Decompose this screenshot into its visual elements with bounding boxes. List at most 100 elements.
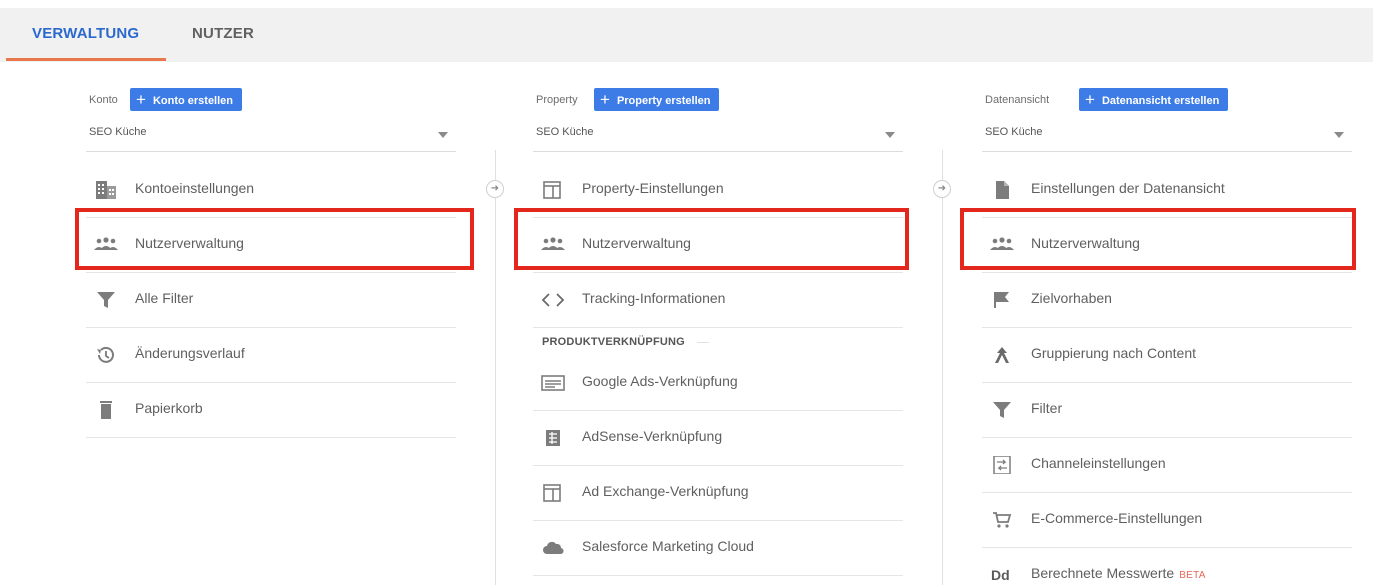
menu-item-label: Nutzerverwaltung	[135, 235, 244, 251]
tab-bar: VERWALTUNG NUTZER	[0, 8, 1373, 62]
view-column: Datenansicht + Datenansicht erstellen SEO…	[982, 88, 1352, 585]
property-select-value: SEO Küche	[536, 126, 594, 138]
menu-item-nutzerverwaltung[interactable]: Nutzerverwaltung	[533, 218, 903, 273]
menu-item-label: Papierkorb	[135, 400, 203, 416]
channel-settings-icon	[993, 456, 1011, 474]
menu-item-label: Google Ads-Verknüpfung	[582, 373, 738, 389]
menu-item-label: Salesforce Marketing Cloud	[582, 538, 754, 554]
active-tab-indicator	[6, 58, 166, 61]
menu-item-channeleinstellungen[interactable]: Channeleinstellungen	[982, 438, 1352, 493]
menu-item-aenderungsverlauf[interactable]: Änderungsverlauf	[86, 328, 456, 383]
menu-item-alle-filter[interactable]: Alle Filter	[86, 273, 456, 328]
create-account-label: Konto erstellen	[152, 95, 234, 107]
adsense-icon	[546, 430, 560, 446]
tab-verwaltung[interactable]: VERWALTUNG	[32, 8, 139, 62]
menu-item-salesforce-marketing-cloud[interactable]: Salesforce Marketing Cloud	[533, 521, 903, 576]
menu-item-papierkorb[interactable]: Papierkorb	[86, 383, 456, 438]
view-select[interactable]: SEO Küche	[982, 122, 1352, 152]
people-icon	[94, 237, 118, 250]
menu-item-filter[interactable]: Filter	[982, 383, 1352, 438]
create-property-label: Property erstellen	[616, 95, 711, 107]
menu-item-property-einstellungen[interactable]: Property-Einstellungen	[533, 163, 903, 218]
column-divider	[495, 150, 496, 585]
people-icon	[541, 237, 565, 250]
menu-item-gruppierung-nach-content[interactable]: Gruppierung nach Content	[982, 328, 1352, 383]
property-window-icon	[543, 181, 561, 199]
view-label: Datenansicht	[985, 94, 1050, 106]
arrow-right-icon[interactable]: ➜	[486, 180, 504, 198]
caret-down-icon	[1334, 132, 1344, 138]
menu-item-label: Nutzerverwaltung	[582, 235, 691, 251]
menu-item-label: Gruppierung nach Content	[1031, 345, 1196, 361]
menu-item-label: Kontoeinstellungen	[135, 180, 255, 196]
menu-item-label: Änderungsverlauf	[135, 345, 245, 361]
menu-item-zielvorhaben[interactable]: Zielvorhaben	[982, 273, 1352, 328]
ads-icon	[541, 375, 565, 391]
dd-icon: Dd	[991, 567, 1010, 583]
plus-icon: +	[1085, 90, 1095, 109]
property-select[interactable]: SEO Küche	[533, 122, 903, 152]
arrow-right-icon[interactable]: ➜	[933, 180, 951, 198]
berechnete-messwerte-label: Berechnete Messwerte	[1031, 565, 1175, 581]
section-produktverknuepfung: PRODUKTVERKNÜPFUNG	[533, 328, 903, 356]
view-menu: Einstellungen der Datenansicht Nutzerver…	[982, 163, 1352, 585]
menu-item-label: Berechnete Messwerte BETA	[1031, 565, 1206, 581]
account-header: Konto + Konto erstellen	[86, 88, 456, 118]
view-select-value: SEO Küche	[985, 126, 1043, 138]
menu-item-label: AdSense-Verknüpfung	[582, 428, 723, 444]
beta-badge: BETA	[1179, 570, 1206, 581]
menu-item-label: Alle Filter	[135, 290, 194, 306]
filter-icon	[97, 292, 115, 308]
menu-item-ad-exchange-verknuepfung[interactable]: Ad Exchange-Verknüpfung	[533, 466, 903, 521]
menu-item-tracking-informationen[interactable]: Tracking-Informationen	[533, 273, 903, 328]
column-divider	[942, 150, 943, 585]
property-column: Property + Property erstellen SEO Küche P…	[533, 88, 903, 585]
menu-item-kontoeinstellungen[interactable]: Kontoeinstellungen	[86, 163, 456, 218]
menu-item-label: Einstellungen der Datenansicht	[1031, 180, 1225, 196]
plus-icon: +	[600, 90, 610, 109]
account-menu: Kontoeinstellungen Nutzerverwaltung Alle…	[86, 163, 456, 438]
flag-icon	[994, 292, 1009, 308]
account-select[interactable]: SEO Küche	[86, 122, 456, 152]
tab-nutzer[interactable]: NUTZER	[192, 8, 254, 62]
history-icon	[97, 346, 114, 363]
adexchange-icon	[543, 484, 561, 502]
property-menu: Property-Einstellungen Nutzerverwaltung …	[533, 163, 903, 576]
content-grouping-icon	[995, 347, 1009, 363]
create-account-button[interactable]: + Konto erstellen	[130, 88, 243, 111]
account-column: Konto + Konto erstellen SEO Küche Kontoei…	[86, 88, 456, 585]
menu-item-adsense-verknuepfung[interactable]: AdSense-Verknüpfung	[533, 411, 903, 466]
view-header: Datenansicht + Datenansicht erstellen	[982, 88, 1352, 118]
menu-item-label: Nutzerverwaltung	[1031, 235, 1140, 251]
menu-item-label: Filter	[1031, 400, 1063, 416]
menu-item-berechnete-messwerte[interactable]: Dd Berechnete Messwerte BETA	[982, 548, 1352, 585]
menu-item-nutzerverwaltung[interactable]: Nutzerverwaltung	[86, 218, 456, 273]
menu-item-label: Ad Exchange-Verknüpfung	[582, 483, 749, 499]
create-view-label: Datenansicht erstellen	[1101, 95, 1220, 107]
create-view-button[interactable]: + Datenansicht erstellen	[1079, 88, 1229, 111]
building-icon	[96, 181, 116, 199]
plus-icon: +	[136, 90, 146, 109]
account-select-value: SEO Küche	[89, 126, 147, 138]
account-label: Konto	[89, 94, 118, 106]
property-header: Property + Property erstellen	[533, 88, 903, 118]
caret-down-icon	[438, 132, 448, 138]
menu-item-einstellungen-der-datenansicht[interactable]: Einstellungen der Datenansicht	[982, 163, 1352, 218]
filter-icon	[993, 402, 1011, 418]
svg-text:Dd: Dd	[991, 567, 1010, 583]
menu-item-nutzerverwaltung[interactable]: Nutzerverwaltung	[982, 218, 1352, 273]
menu-item-label: E-Commerce-Einstellungen	[1031, 510, 1203, 526]
caret-down-icon	[885, 132, 895, 138]
code-icon	[541, 293, 565, 307]
people-icon	[990, 237, 1014, 250]
cloud-icon	[543, 541, 564, 555]
menu-item-label: Tracking-Informationen	[582, 290, 726, 306]
menu-item-google-ads-verknuepfung[interactable]: Google Ads-Verknüpfung	[533, 356, 903, 411]
menu-item-e-commerce-einstellungen[interactable]: E-Commerce-Einstellungen	[982, 493, 1352, 548]
create-property-button[interactable]: + Property erstellen	[594, 88, 720, 111]
menu-item-label: Property-Einstellungen	[582, 180, 724, 196]
menu-item-label: Channeleinstellungen	[1031, 455, 1166, 471]
menu-item-label: Zielvorhaben	[1031, 290, 1112, 306]
property-label: Property	[536, 94, 578, 106]
document-icon	[996, 181, 1009, 199]
